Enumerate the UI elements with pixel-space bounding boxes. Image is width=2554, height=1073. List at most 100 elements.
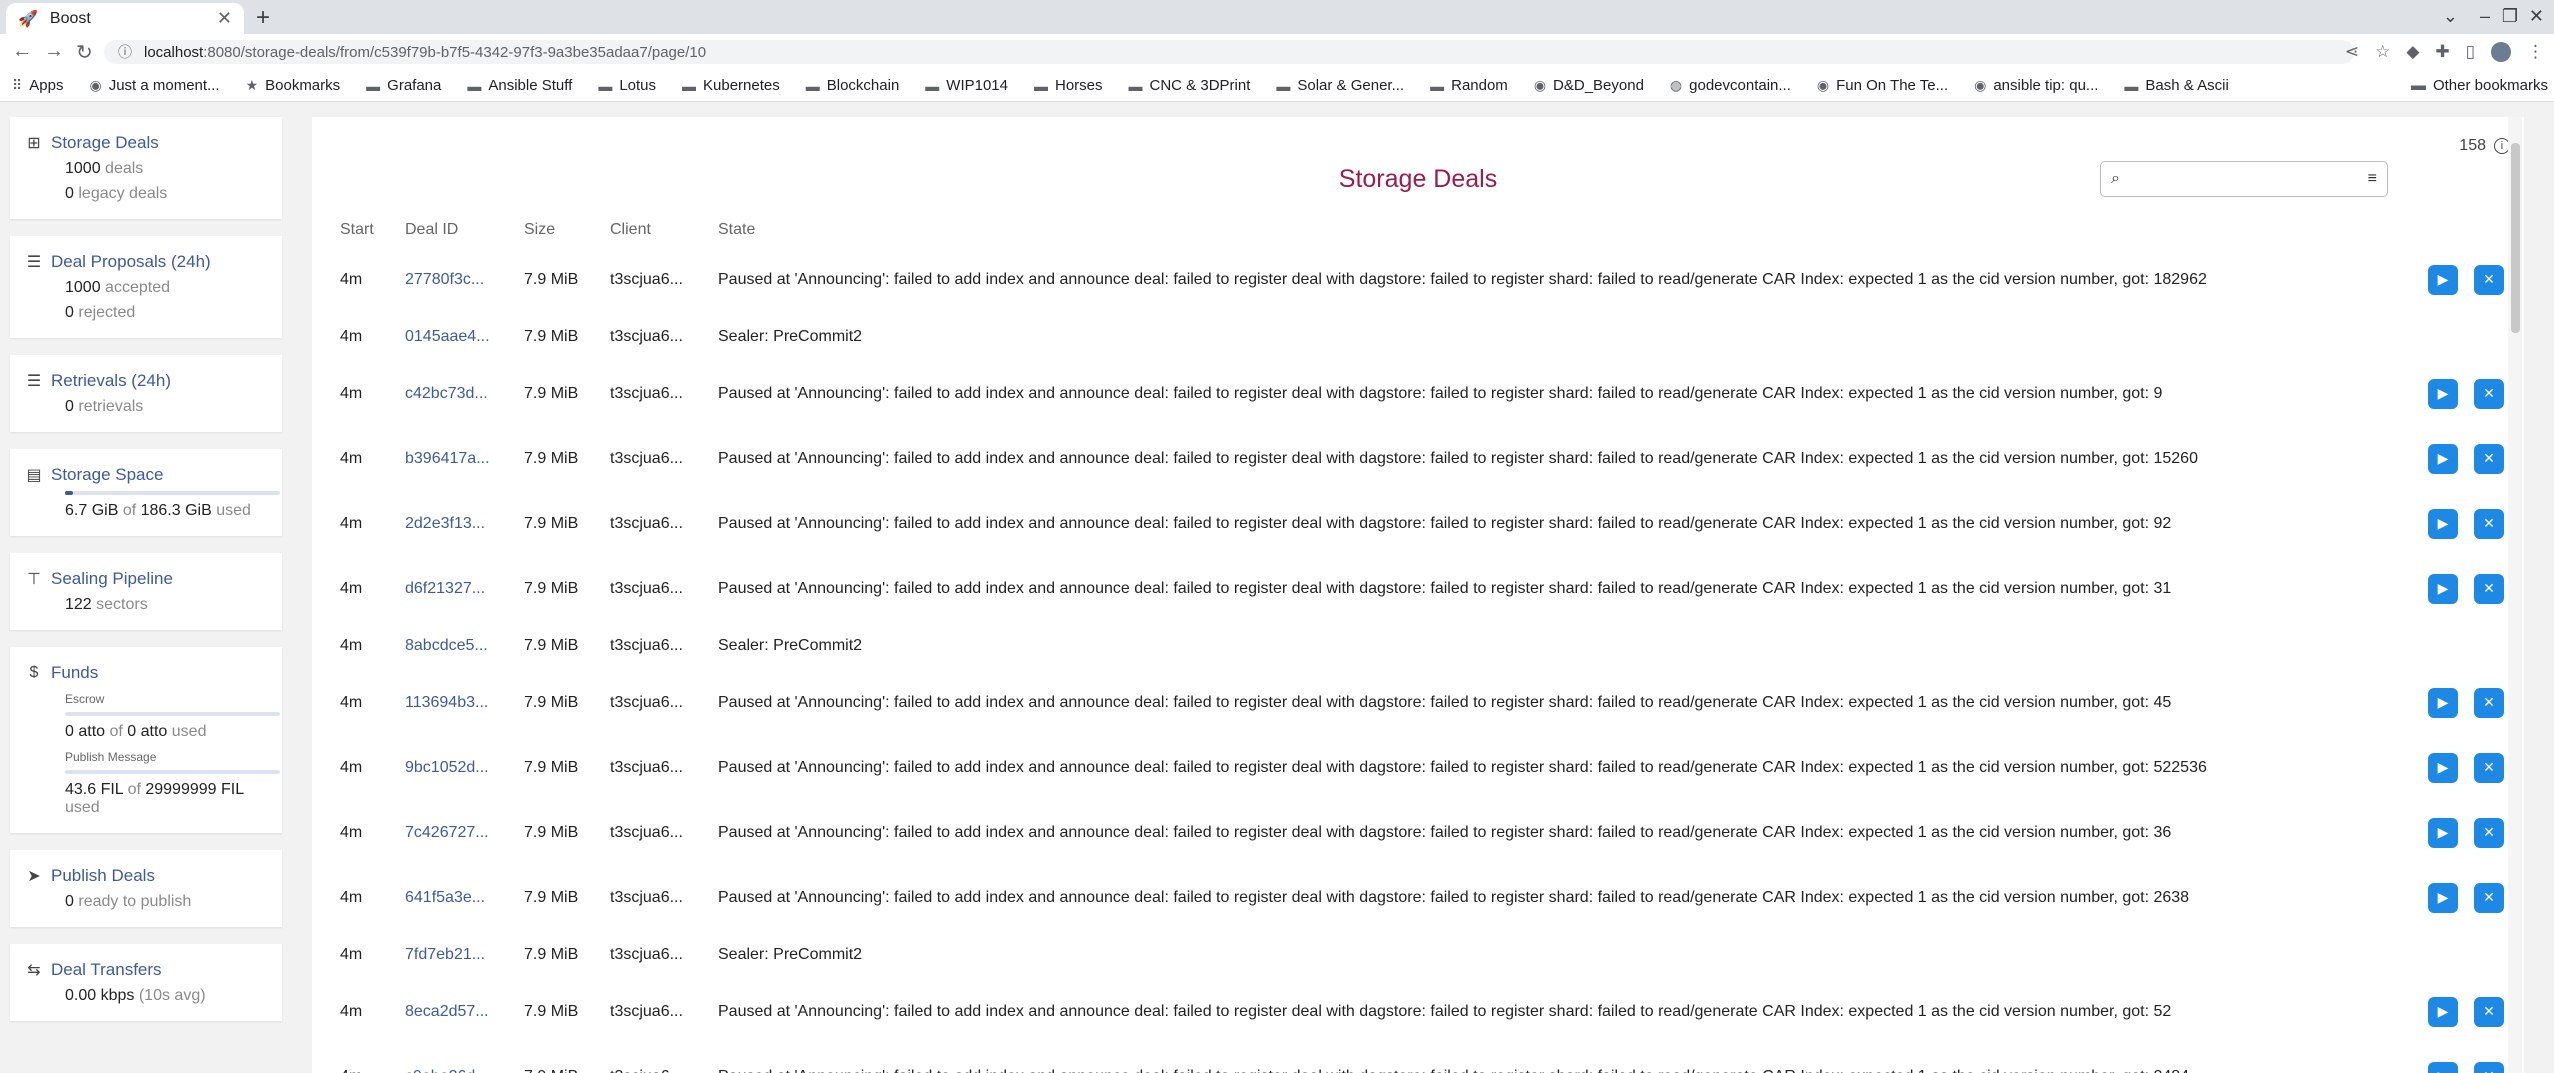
tab-search-icon[interactable]: ⌄ [2443,6,2458,27]
deal-actions: ▶✕ [2418,865,2518,930]
browser-tab[interactable]: 🚀 Boost ✕ [6,3,244,34]
cancel-deal-button[interactable]: ✕ [2474,1061,2504,1073]
card-deal-proposals[interactable]: ☰ Deal Proposals (24h) 1000 accepted 0 re… [10,236,282,338]
card-publish-deals[interactable]: ➤ Publish Deals 0 ready to publish [10,850,282,927]
retry-play-button[interactable]: ▶ [2428,687,2458,718]
bookmark-item[interactable]: ◉ Fun On The Te... [1817,77,1948,94]
column-header-state: State [718,221,756,238]
deal-id-link[interactable]: 641f5a3e... [405,865,524,930]
bookmark-item[interactable]: ▬ CNC & 3DPrint [1129,77,1251,94]
minimize-icon[interactable]: – [2480,6,2490,27]
card-deal-transfers[interactable]: ⇆ Deal Transfers 0.00 kbps (10s avg) [10,944,282,1021]
bookmark-item[interactable]: ▬ Random [1430,77,1508,94]
restore-icon[interactable]: ❐ [2502,6,2518,27]
bookmark-item[interactable]: ▬ WIP1014 [925,77,1008,94]
deal-state: Paused at 'Announcing': failed to add in… [718,1044,2418,1073]
deal-size: 7.9 MiB [524,1002,579,1020]
profile-avatar[interactable] [2491,42,2511,62]
tab-title: Boost [49,9,91,27]
bookmark-item[interactable]: ▬ Solar & Gener... [1276,77,1404,94]
deal-id-link[interactable]: 2d2e3f13... [405,491,524,556]
card-storage-space[interactable]: ▤ Storage Space 6.7 GiB of 186.3 GiB used [10,449,282,536]
folder-icon: ▬ [1128,77,1143,94]
deal-id-link[interactable]: 7fd7eb21... [405,930,524,979]
filter-menu-icon[interactable]: ≡ [2368,170,2377,188]
deal-id-link[interactable]: d6f21327... [405,556,524,621]
card-title: Funds [51,663,99,682]
cancel-deal-button[interactable]: ✕ [2474,443,2504,474]
address-bar[interactable]: ⓘ localhost:8080/storage-deals/from/c539… [104,40,2354,64]
bookmark-item[interactable]: ◉ Just a moment... [89,77,219,94]
retry-play-button[interactable]: ▶ [2428,443,2458,474]
stat-value: 122 [65,596,92,613]
retry-play-button[interactable]: ▶ [2428,378,2458,409]
deal-actions: ▶✕ [2418,670,2518,735]
card-storage-deals[interactable]: ⊞ Storage Deals 1000 deals 0 legacy deals [10,117,282,219]
cancel-deal-button[interactable]: ✕ [2474,752,2504,783]
reload-icon[interactable]: ↻ [76,40,93,65]
deal-id-link[interactable]: 7c426727... [405,800,524,865]
retry-play-button[interactable]: ▶ [2428,264,2458,295]
bookmark-item[interactable]: ★ Bookmarks [246,77,341,94]
cancel-deal-button[interactable]: ✕ [2474,817,2504,848]
card-retrievals[interactable]: ☰ Retrievals (24h) 0 retrievals [10,355,282,432]
bookmark-item[interactable]: ▬ Horses [1034,77,1103,94]
bookmark-item[interactable]: ◍ godevcontain... [1670,77,1791,94]
bookmark-item[interactable]: ◉ ansible tip: qu... [1974,77,2098,94]
retry-play-button[interactable]: ▶ [2428,882,2458,913]
sidepanel-icon[interactable]: ▯ [2466,42,2475,62]
share-icon[interactable]: ⋖ [2345,42,2359,62]
cancel-deal-button[interactable]: ✕ [2474,378,2504,409]
deal-client: t3scjua6... [610,758,683,776]
deal-client: t3scjua6... [610,693,683,711]
cancel-deal-button[interactable]: ✕ [2474,508,2504,539]
scrollbar-thumb[interactable] [2511,143,2520,333]
bookmark-star-icon[interactable]: ☆ [2375,42,2390,62]
retry-play-button[interactable]: ▶ [2428,817,2458,848]
retry-play-button[interactable]: ▶ [2428,508,2458,539]
retry-play-button[interactable]: ▶ [2428,752,2458,783]
retry-play-button[interactable]: ▶ [2428,996,2458,1027]
extension-icon[interactable]: ◆ [2406,42,2419,62]
card-sealing-pipeline[interactable]: ⊤ Sealing Pipeline 122 sectors [10,553,282,630]
deal-id-link[interactable]: c42bc73d... [405,361,524,426]
bookmark-item[interactable]: ▬ Bash & Ascii [2124,77,2228,94]
deal-id-link[interactable]: 113694b3... [405,670,524,735]
card-funds[interactable]: $ Funds Escrow 0 atto of 0 atto used Publ… [10,647,282,833]
bookmark-label: Horses [1055,77,1103,94]
close-tab-icon[interactable]: ✕ [217,8,232,29]
back-icon[interactable]: ← [12,40,32,63]
cancel-deal-button[interactable]: ✕ [2474,996,2504,1027]
deal-id-link[interactable]: c9aba26d... [405,1044,524,1073]
forward-icon[interactable]: → [44,40,64,63]
cancel-deal-button[interactable]: ✕ [2474,687,2504,718]
bookmark-item[interactable]: ▬ Kubernetes [682,77,780,94]
bookmark-item[interactable]: ⠿ Apps [12,77,63,94]
retry-play-button[interactable]: ▶ [2428,1061,2458,1073]
deal-id-link[interactable]: 8eca2d57... [405,979,524,1044]
cancel-deal-button[interactable]: ✕ [2474,882,2504,913]
deal-id-link[interactable]: 27780f3c... [405,247,524,312]
app-page: ⊞ Storage Deals 1000 deals 0 legacy deals… [0,103,2554,1073]
deal-id-link[interactable]: 0145aae4... [405,312,524,361]
cancel-deal-button[interactable]: ✕ [2474,264,2504,295]
deal-id-link[interactable]: 9bc1052d... [405,735,524,800]
deal-id-link[interactable]: b396417a... [405,426,524,491]
site-info-icon[interactable]: ⓘ [118,42,132,62]
puzzle-icon[interactable]: ✚ [2435,42,2449,62]
retry-play-button[interactable]: ▶ [2428,573,2458,604]
cancel-deal-button[interactable]: ✕ [2474,573,2504,604]
bookmark-item[interactable]: ▬ Lotus [598,77,656,94]
deal-actions [2418,930,2518,979]
bookmark-item[interactable]: ▬ Blockchain [806,77,900,94]
other-bookmarks[interactable]: ▬ Other bookmarks [2411,77,2548,94]
bookmark-item[interactable]: ▬ Ansible Stuff [467,77,572,94]
bookmark-item[interactable]: ▬ Grafana [366,77,441,94]
window-close-icon[interactable]: ✕ [2529,6,2544,27]
bookmark-item[interactable]: ◉ D&D_Beyond [1534,77,1644,94]
menu-kebab-icon[interactable]: ⋮ [2527,42,2544,62]
search-input[interactable] [2129,170,2368,188]
deal-id-link[interactable]: 8abcdce5... [405,621,524,670]
new-tab-icon[interactable]: + [256,4,270,32]
deal-start: 4m [340,693,363,711]
